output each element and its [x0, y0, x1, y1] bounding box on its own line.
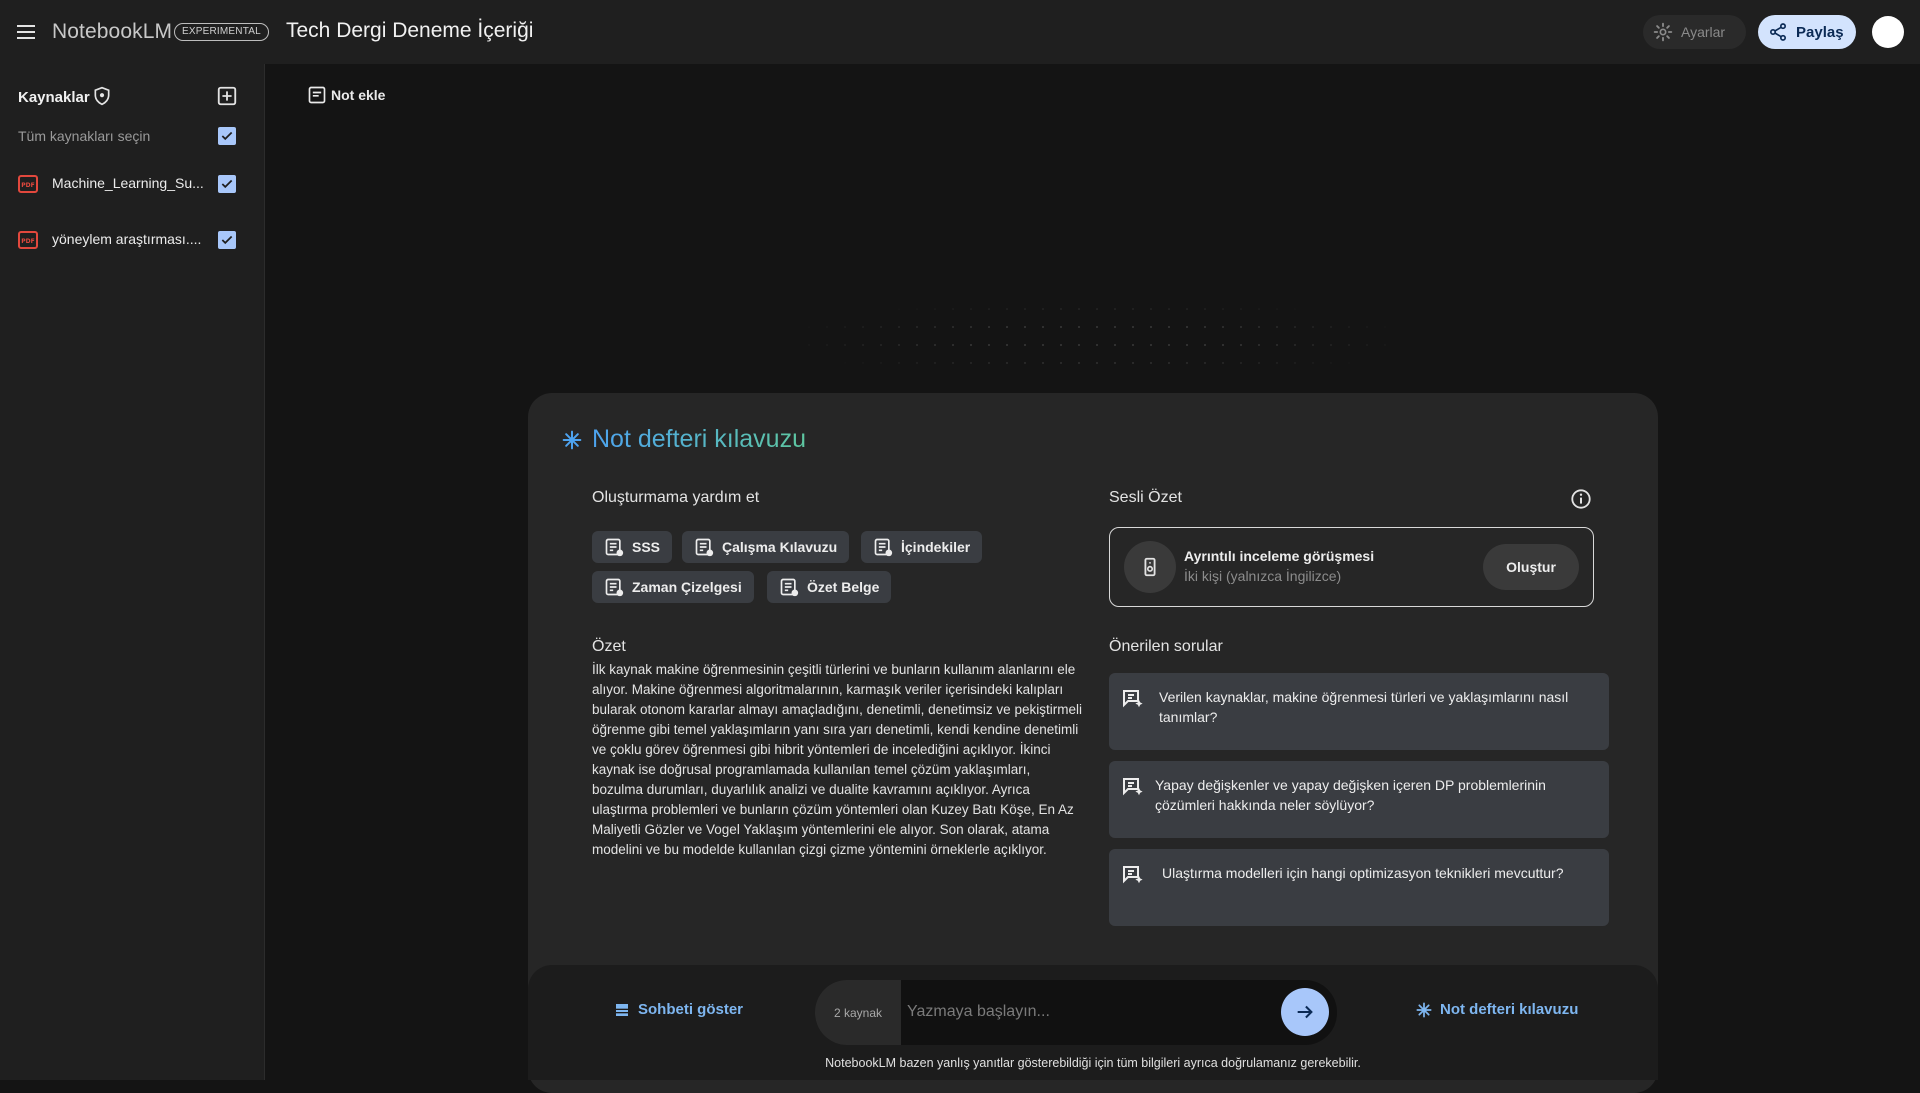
show-chat-button[interactable]: Sohbeti göster: [614, 1001, 743, 1018]
doc-icon: [605, 578, 624, 597]
doc-icon: [874, 538, 893, 557]
chat-input[interactable]: [907, 998, 1267, 1026]
check-icon: [221, 179, 233, 189]
chip-label: Çalışma Kılavuzu: [722, 539, 838, 555]
doc-icon: [605, 538, 624, 557]
source-item[interactable]: PDF Machine_Learning_Su...: [0, 164, 264, 204]
share-icon: [1770, 23, 1786, 41]
audio-heading: Sesli Özet: [1109, 489, 1182, 506]
add-note-button[interactable]: Not ekle: [307, 85, 385, 105]
share-label: Paylaş: [1796, 23, 1844, 41]
select-all-checkbox[interactable]: [218, 127, 236, 145]
audio-overview-card: Ayrıntılı inceleme görüşmesi İki kişi (y…: [1109, 527, 1594, 607]
chip-label: SSS: [632, 539, 661, 555]
gear-icon: [1653, 22, 1673, 42]
chip-faq[interactable]: SSS: [592, 531, 673, 563]
summary-heading: Özet: [592, 638, 626, 655]
check-icon: [221, 235, 233, 245]
create-audio-button[interactable]: Oluştur: [1483, 544, 1579, 590]
app-logo[interactable]: NotebookLM: [52, 20, 172, 44]
chat-input-container: 2 kaynak: [815, 980, 1337, 1045]
audio-icon: [1124, 541, 1176, 593]
chat-prompt-icon: [1123, 778, 1143, 796]
chat-prompt-icon: [1123, 866, 1143, 884]
arrow-right-icon: [1297, 1005, 1313, 1019]
decorative-dots: [800, 300, 1400, 380]
question-text: Yapay değişkenler ve yapay değişken içer…: [1155, 777, 1546, 813]
question-text: Verilen kaynaklar, makine öğrenmesi türl…: [1159, 689, 1569, 725]
pdf-icon: PDF: [18, 231, 38, 249]
source-name: yöneylem araştırması....: [52, 231, 202, 247]
sources-sidebar: Kaynaklar Tüm kaynakları seçin PDF Machi…: [0, 64, 265, 1080]
note-icon: [308, 86, 326, 104]
chip-timeline[interactable]: Zaman Çizelgesi: [592, 571, 754, 603]
info-icon[interactable]: [1570, 488, 1592, 510]
question-text: Ulaştırma modelleri için hangi optimizas…: [1162, 865, 1564, 881]
source-checkbox[interactable]: [218, 231, 236, 249]
suggested-question[interactable]: Verilen kaynaklar, makine öğrenmesi türl…: [1109, 673, 1609, 750]
settings-label: Ayarlar: [1681, 24, 1726, 40]
sources-title: Kaynaklar: [18, 89, 90, 106]
experimental-badge: EXPERIMENTAL: [174, 23, 269, 41]
suggested-questions-heading: Önerilen sorular: [1109, 638, 1223, 655]
chip-label: İçindekiler: [901, 539, 971, 555]
sparkle-icon: [562, 430, 582, 449]
avatar[interactable]: [1872, 16, 1904, 48]
notebook-guide-button[interactable]: Not defteri kılavuzu: [1416, 1001, 1578, 1018]
select-all-label: Tüm kaynakları seçin: [18, 128, 151, 144]
help-heading: Oluşturmama yardım et: [592, 489, 760, 506]
show-chat-label: Sohbeti göster: [638, 1001, 744, 1018]
share-button[interactable]: Paylaş: [1758, 15, 1856, 49]
chip-label: Zaman Çizelgesi: [632, 579, 742, 595]
chip-study-guide[interactable]: Çalışma Kılavuzu: [682, 531, 850, 563]
svg-text:PDF: PDF: [21, 238, 34, 245]
source-checkbox[interactable]: [218, 175, 236, 193]
chip-briefing-doc[interactable]: Özet Belge: [767, 571, 892, 603]
notebook-guide-label: Not defteri kılavuzu: [1440, 1001, 1579, 1018]
add-source-icon[interactable]: [216, 85, 238, 107]
sparkle-icon: [1416, 1001, 1432, 1018]
guide-title-text: Not defteri kılavuzu: [592, 425, 806, 453]
doc-icon: [695, 538, 714, 557]
check-icon: [221, 131, 233, 141]
notebook-title[interactable]: Tech Dergi Deneme İçeriği: [286, 19, 533, 43]
menu-icon[interactable]: [14, 20, 38, 44]
chip-table-of-contents[interactable]: İçindekiler: [861, 531, 983, 563]
source-count-button[interactable]: 2 kaynak: [815, 980, 901, 1045]
suggested-question[interactable]: Ulaştırma modelleri için hangi optimizas…: [1109, 849, 1609, 926]
source-name: Machine_Learning_Su...: [52, 175, 204, 191]
audio-title: Ayrıntılı inceleme görüşmesi: [1184, 548, 1375, 564]
shield-icon[interactable]: [92, 86, 112, 106]
doc-icon: [780, 578, 799, 597]
chip-label: Özet Belge: [807, 579, 880, 595]
chat-icon: [616, 1003, 628, 1016]
svg-text:PDF: PDF: [21, 182, 34, 189]
suggested-question[interactable]: Yapay değişkenler ve yapay değişken içer…: [1109, 761, 1609, 838]
guide-title: Not defteri kılavuzu: [562, 425, 806, 454]
chat-prompt-icon: [1123, 690, 1143, 708]
pdf-icon: PDF: [18, 175, 38, 193]
summary-text: İlk kaynak makine öğrenmesinin çeşitli t…: [592, 662, 1082, 857]
disclaimer-text: NotebookLM bazen yanlış yanıtlar göstere…: [825, 1056, 1361, 1070]
audio-subtitle: İki kişi (yalnızca İngilizce): [1184, 568, 1342, 584]
add-note-label: Not ekle: [331, 87, 386, 103]
source-item[interactable]: PDF yöneylem araştırması....: [0, 220, 264, 260]
send-button[interactable]: [1281, 988, 1329, 1036]
settings-button[interactable]: Ayarlar: [1643, 15, 1746, 49]
top-bar: NotebookLM EXPERIMENTAL Tech Dergi Denem…: [0, 0, 1920, 64]
